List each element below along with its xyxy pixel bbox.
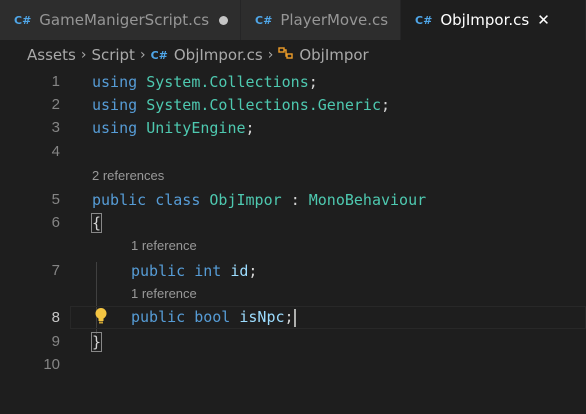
chevron-right-icon: › <box>80 47 87 63</box>
breadcrumb-item-class[interactable]: ObjImpor <box>299 46 368 64</box>
keyword-using: using <box>92 118 138 137</box>
csharp-file-icon: C# <box>255 13 273 27</box>
code-line[interactable]: 6 { <box>0 211 586 234</box>
semicolon: ; <box>245 118 255 137</box>
open-brace: { <box>90 212 103 233</box>
breadcrumb: Assets › Script › C# ObjImpor.cs › ObjIm… <box>0 40 586 70</box>
lightbulb-icon[interactable] <box>94 307 108 329</box>
tab-objimpor[interactable]: C# ObjImpor.cs ✕ <box>401 0 586 40</box>
tab-playermove[interactable]: C# PlayerMove.cs <box>241 0 402 40</box>
namespace-name: System.Collections <box>146 72 309 91</box>
semicolon: ; <box>381 95 391 114</box>
namespace-name: System.Collections.Generic <box>146 95 381 114</box>
code-line[interactable]: 3 using UnityEngine; <box>0 116 586 139</box>
keyword-int: int <box>194 261 222 280</box>
close-icon[interactable]: ✕ <box>537 11 550 29</box>
code-editor[interactable]: 1 using System.Collections; 2 using Syst… <box>0 70 586 414</box>
breadcrumb-item-assets[interactable]: Assets <box>27 46 76 64</box>
line-number: 10 <box>43 356 60 373</box>
class-symbol-icon <box>278 46 294 64</box>
codelens-references[interactable]: 2 references <box>92 168 164 183</box>
code-line[interactable]: 5 public class ObjImpor : MonoBehaviour <box>0 188 586 211</box>
line-number: 5 <box>51 191 60 208</box>
code-line[interactable]: 2 using System.Collections.Generic; <box>0 93 586 116</box>
base-class-name: MonoBehaviour <box>308 190 427 209</box>
tab-label: GameManigerScript.cs <box>39 11 210 29</box>
keyword-class: class <box>155 190 201 209</box>
semicolon: ; <box>308 72 318 91</box>
line-number: 7 <box>51 262 60 279</box>
colon: : <box>290 190 300 209</box>
field-name: id <box>230 261 249 280</box>
keyword-public: public <box>131 308 186 327</box>
field-name: isNpc <box>239 308 285 327</box>
keyword-public: public <box>92 190 147 209</box>
line-number: 9 <box>51 333 60 350</box>
code-line[interactable]: 4 <box>0 140 586 163</box>
tab-label: PlayerMove.cs <box>280 11 389 29</box>
breadcrumb-item-script[interactable]: Script <box>91 46 135 64</box>
text-cursor <box>293 308 296 327</box>
namespace-name: UnityEngine <box>146 118 246 137</box>
unsaved-dot-icon[interactable] <box>219 15 229 25</box>
close-brace: } <box>90 331 103 352</box>
csharp-file-icon: C# <box>415 13 433 27</box>
breadcrumb-item-file[interactable]: ObjImpor.cs <box>174 46 263 64</box>
code-line[interactable]: 1 using System.Collections; <box>0 70 586 93</box>
tab-gamemanigerscript[interactable]: C# GameManigerScript.cs <box>0 0 242 40</box>
code-line[interactable]: 9 } <box>0 330 586 353</box>
line-number: 8 <box>51 309 60 326</box>
line-number: 2 <box>51 96 60 113</box>
line-number: 6 <box>51 214 60 231</box>
class-name: ObjImpor <box>209 190 282 209</box>
csharp-file-icon: C# <box>150 48 168 62</box>
code-line[interactable]: 8 public bool isNpc; <box>0 306 586 329</box>
line-number: 4 <box>51 143 60 160</box>
line-number: 1 <box>51 73 60 90</box>
keyword-bool: bool <box>194 308 231 327</box>
line-number: 3 <box>51 119 60 136</box>
chevron-right-icon: › <box>139 47 146 63</box>
csharp-file-icon: C# <box>14 13 32 27</box>
editor-tab-bar: C# GameManigerScript.cs C# PlayerMove.cs… <box>0 0 586 40</box>
chevron-right-icon: › <box>267 47 274 63</box>
keyword-using: using <box>92 72 138 91</box>
codelens-references[interactable]: 1 reference <box>131 238 197 253</box>
codelens-references[interactable]: 1 reference <box>131 286 197 301</box>
semicolon: ; <box>284 308 294 327</box>
keyword-using: using <box>92 95 138 114</box>
code-line[interactable]: 10 <box>0 353 586 376</box>
tab-label: ObjImpor.cs <box>440 11 530 29</box>
code-line[interactable]: 7 public int id; <box>0 259 586 282</box>
keyword-public: public <box>131 261 186 280</box>
semicolon: ; <box>248 261 258 280</box>
